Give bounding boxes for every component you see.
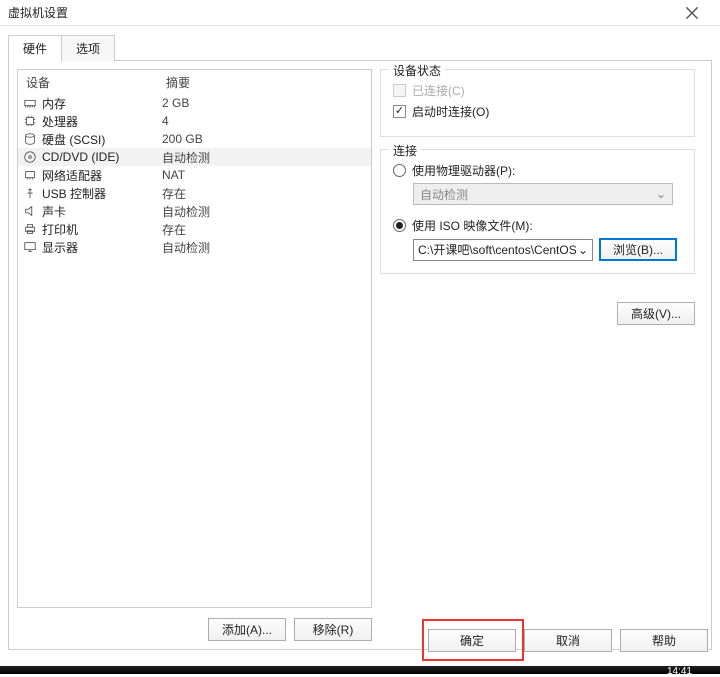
use-physical-label: 使用物理驱动器(P): — [412, 162, 515, 179]
use-physical-radio[interactable] — [393, 164, 406, 177]
chevron-down-icon: ⌄ — [656, 187, 666, 201]
connection-group: 连接 使用物理驱动器(P): 自动检测 ⌄ 使用 ISO 映像文件(M): C:… — [380, 149, 695, 274]
device-summary: 2 GB — [162, 96, 371, 110]
window-title: 虚拟机设置 — [8, 4, 68, 21]
device-row-disk[interactable]: 硬盘 (SCSI) 200 GB — [18, 130, 371, 148]
content-area: 设备 摘要 内存 2 GB 处理器 4 硬盘 (SCSI) 200 GB CD/… — [8, 60, 712, 650]
device-row-nic[interactable]: 网络适配器 NAT — [18, 166, 371, 184]
connect-poweron-checkbox[interactable] — [393, 105, 406, 118]
device-summary: 200 GB — [162, 132, 371, 146]
device-label: 打印机 — [42, 221, 162, 238]
header-summary: 摘要 — [166, 74, 363, 91]
device-summary: 存在 — [162, 185, 371, 202]
remove-device-button[interactable]: 移除(R) — [294, 618, 372, 641]
device-label: 声卡 — [42, 203, 162, 220]
printer-icon — [22, 221, 38, 237]
device-label: 处理器 — [42, 113, 162, 130]
device-summary: 自动检测 — [162, 239, 371, 256]
cancel-button[interactable]: 取消 — [524, 629, 612, 652]
header-device: 设备 — [26, 74, 166, 91]
device-label: USB 控制器 — [42, 185, 162, 202]
device-label: CD/DVD (IDE) — [42, 150, 162, 164]
device-label: 硬盘 (SCSI) — [42, 131, 162, 148]
device-header: 设备 摘要 — [18, 70, 371, 94]
device-row-display[interactable]: 显示器 自动检测 — [18, 238, 371, 256]
disk-icon — [22, 131, 38, 147]
title-bar: 虚拟机设置 — [0, 0, 720, 26]
device-row-usb[interactable]: USB 控制器 存在 — [18, 184, 371, 202]
iso-path-value: C:\开课吧\soft\centos\CentOS — [418, 241, 577, 258]
add-device-button[interactable]: 添加(A)... — [208, 618, 286, 641]
use-iso-radio[interactable] — [393, 219, 406, 232]
use-iso-radio-row[interactable]: 使用 ISO 映像文件(M): — [393, 217, 682, 234]
advanced-row: 高级(V)... — [380, 302, 695, 325]
dialog-footer: 确定 取消 帮助 — [428, 629, 708, 652]
sound-icon — [22, 203, 38, 219]
iso-path-dropdown[interactable]: C:\开课吧\soft\centos\CentOS ⌄ — [413, 239, 593, 261]
device-row-printer[interactable]: 打印机 存在 — [18, 220, 371, 238]
device-label: 网络适配器 — [42, 167, 162, 184]
close-button[interactable] — [672, 1, 712, 25]
tab-bar: 硬件 选项 — [0, 26, 720, 60]
device-buttons: 添加(A)... 移除(R) — [17, 608, 372, 641]
device-row-cpu[interactable]: 处理器 4 — [18, 112, 371, 130]
device-summary: NAT — [162, 168, 371, 182]
taskbar-time: 14:41 — [667, 666, 692, 677]
help-button[interactable]: 帮助 — [620, 629, 708, 652]
usb-icon — [22, 185, 38, 201]
cpu-icon — [22, 113, 38, 129]
physical-drive-dropdown: 自动检测 ⌄ — [413, 183, 673, 205]
device-summary: 自动检测 — [162, 149, 371, 166]
display-icon — [22, 239, 38, 255]
device-row-cddvd[interactable]: CD/DVD (IDE) 自动检测 — [18, 148, 371, 166]
device-label: 内存 — [42, 95, 162, 112]
device-status-group: 设备状态 已连接(C) 启动时连接(O) — [380, 69, 695, 137]
iso-row: C:\开课吧\soft\centos\CentOS ⌄ 浏览(B)... — [413, 238, 682, 261]
device-row-sound[interactable]: 声卡 自动检测 — [18, 202, 371, 220]
device-label: 显示器 — [42, 239, 162, 256]
device-list: 设备 摘要 内存 2 GB 处理器 4 硬盘 (SCSI) 200 GB CD/… — [17, 69, 372, 608]
use-physical-radio-row[interactable]: 使用物理驱动器(P): — [393, 162, 682, 179]
connect-poweron-label: 启动时连接(O) — [412, 103, 489, 120]
tab-options[interactable]: 选项 — [61, 35, 115, 61]
browse-button[interactable]: 浏览(B)... — [599, 238, 677, 261]
connect-poweron-checkbox-row[interactable]: 启动时连接(O) — [393, 103, 682, 120]
close-icon — [685, 6, 699, 20]
connected-checkbox — [393, 84, 406, 97]
device-summary: 存在 — [162, 221, 371, 238]
device-row-memory[interactable]: 内存 2 GB — [18, 94, 371, 112]
chevron-down-icon: ⌄ — [578, 243, 588, 257]
device-summary: 4 — [162, 114, 371, 128]
physical-drive-value: 自动检测 — [420, 186, 468, 203]
advanced-button[interactable]: 高级(V)... — [617, 302, 695, 325]
tab-hardware[interactable]: 硬件 — [8, 35, 62, 61]
connected-checkbox-row[interactable]: 已连接(C) — [393, 82, 682, 99]
settings-panel: 设备状态 已连接(C) 启动时连接(O) 连接 使用物理驱动器(P): 自动检测… — [372, 69, 703, 641]
connection-title: 连接 — [389, 142, 421, 159]
ok-button[interactable]: 确定 — [428, 629, 516, 652]
device-summary: 自动检测 — [162, 203, 371, 220]
nic-icon — [22, 167, 38, 183]
use-iso-label: 使用 ISO 映像文件(M): — [412, 217, 533, 234]
taskbar: 14:41 — [0, 666, 720, 674]
disc-icon — [22, 149, 38, 165]
connected-label: 已连接(C) — [412, 82, 465, 99]
device-status-title: 设备状态 — [389, 62, 445, 79]
memory-icon — [22, 95, 38, 111]
device-panel: 设备 摘要 内存 2 GB 处理器 4 硬盘 (SCSI) 200 GB CD/… — [17, 69, 372, 641]
